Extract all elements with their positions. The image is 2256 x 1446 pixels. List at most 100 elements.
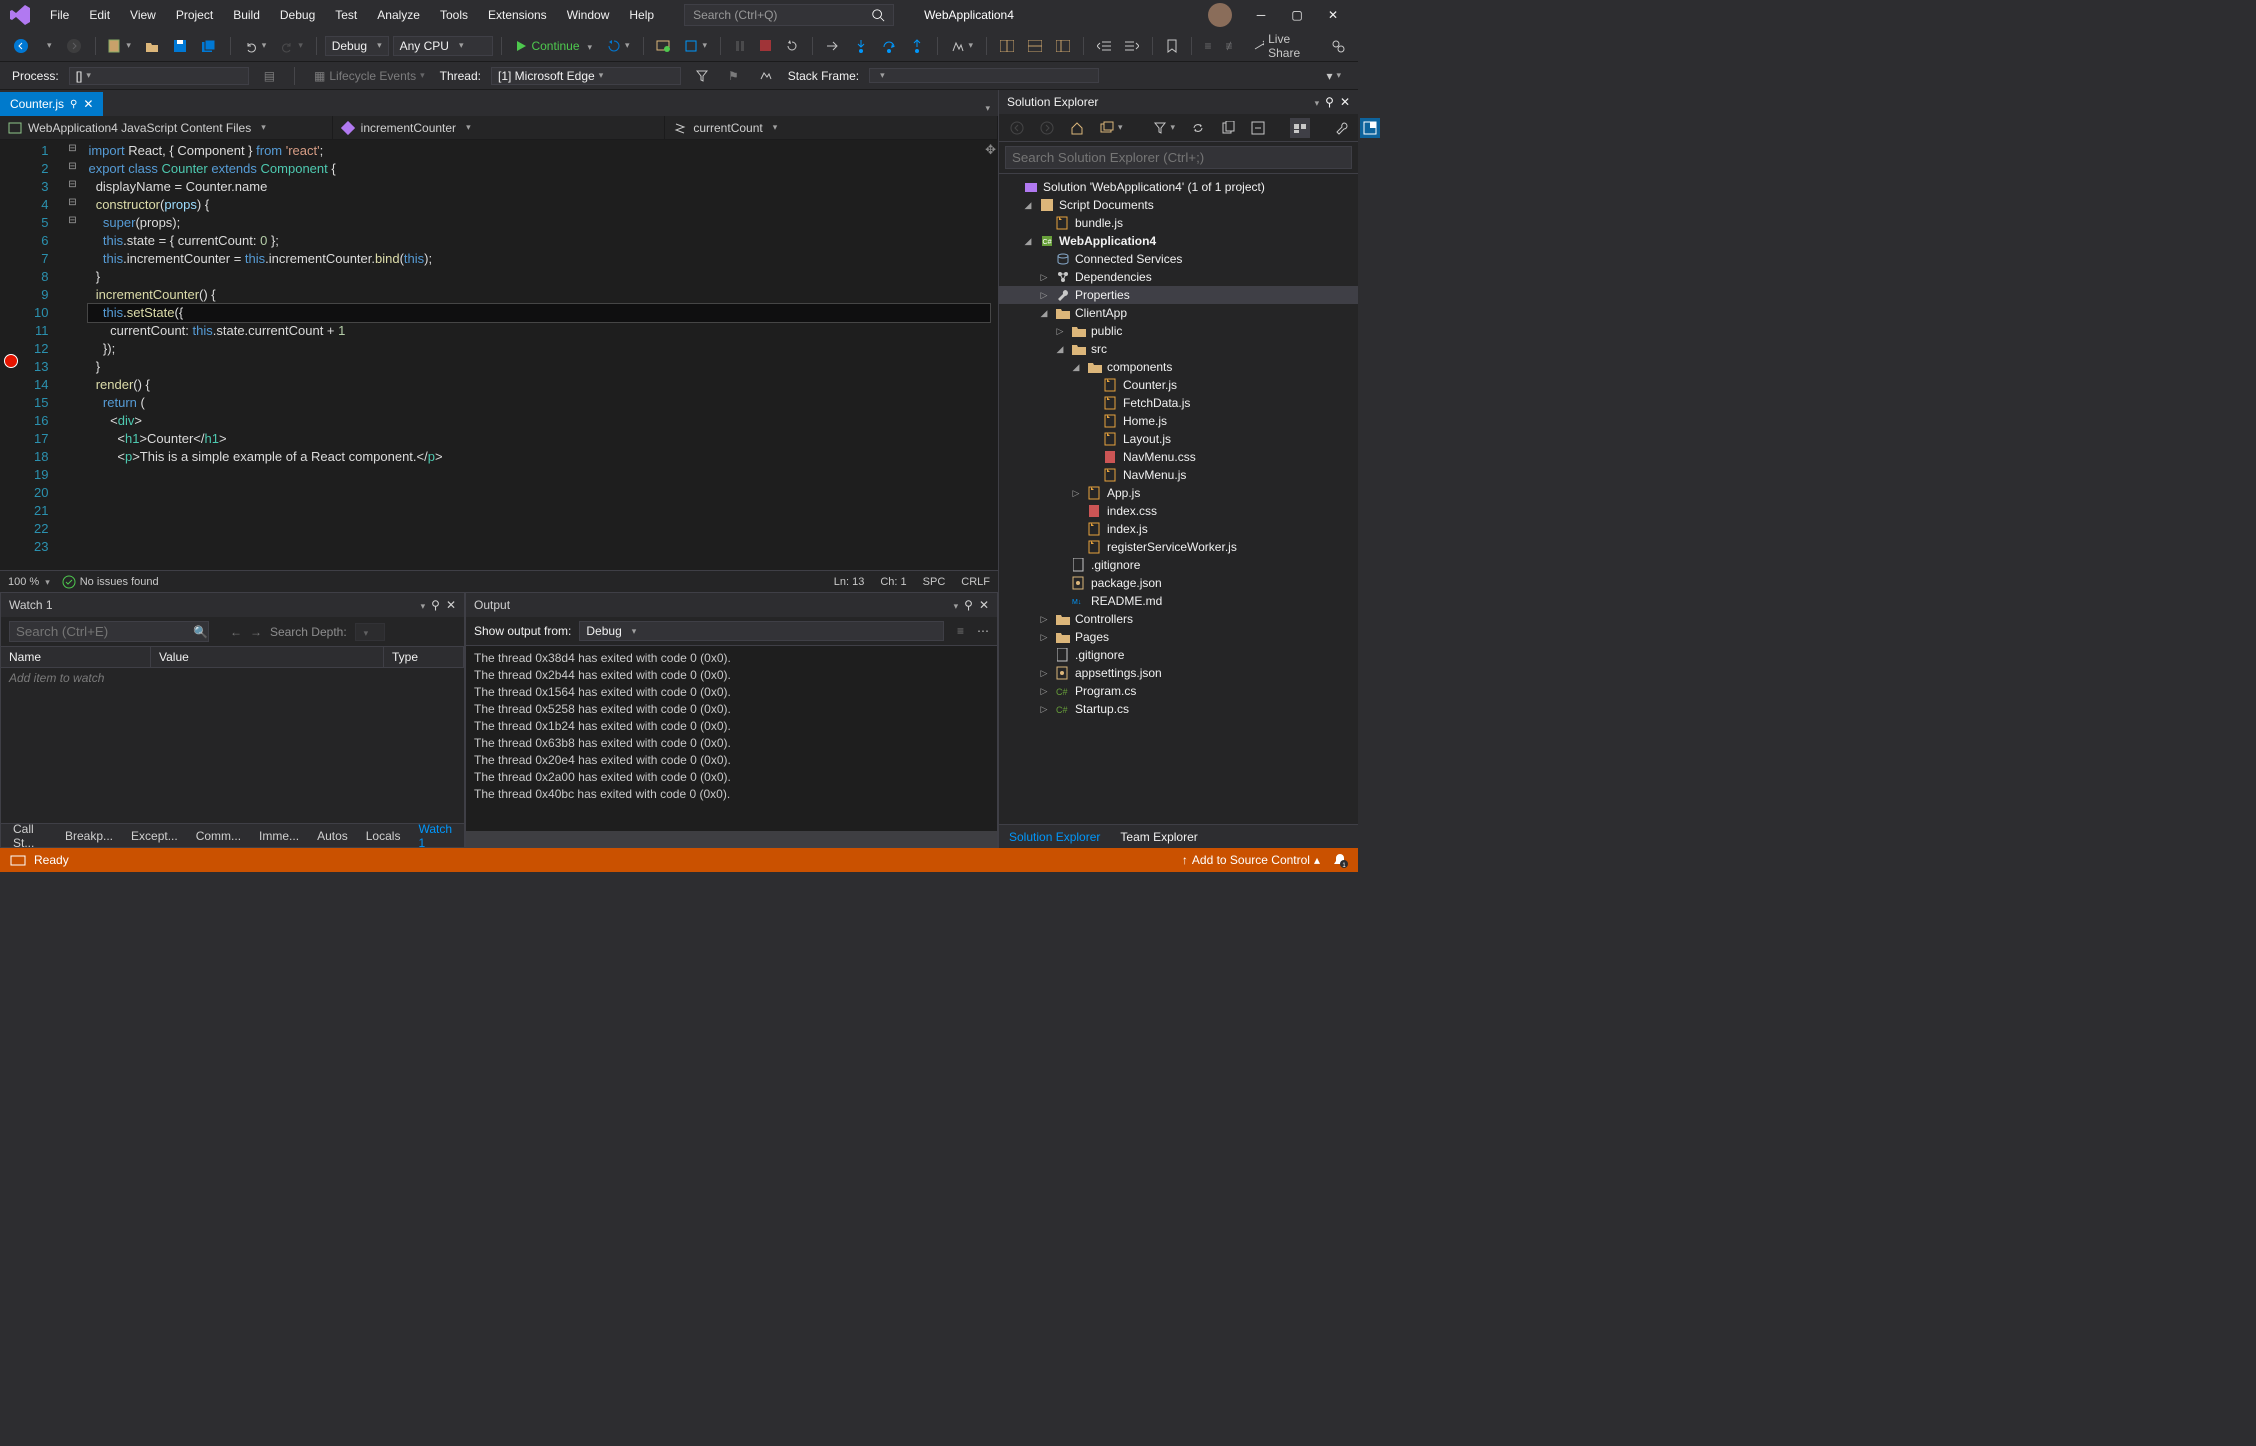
bottom-tab[interactable]: Call St... — [5, 819, 55, 853]
code-text[interactable]: import React, { Component } from 'react'… — [80, 140, 998, 570]
fold-column[interactable]: ⊟⊟⊟⊟⊟ — [64, 140, 80, 570]
issues-indicator[interactable]: No issues found — [62, 575, 159, 589]
restart-debug-button[interactable] — [780, 36, 804, 56]
thread-filter-icon[interactable] — [691, 67, 713, 85]
tree-item[interactable]: Connected Services — [999, 250, 1358, 268]
pin-icon[interactable]: ⚲ — [431, 598, 440, 612]
platform-dropdown[interactable]: Any CPU — [393, 36, 493, 56]
code-editor[interactable]: 1234567891011121314151617181920212223 ⊟⊟… — [0, 140, 998, 570]
tree-item[interactable]: ◢C#WebApplication4 — [999, 232, 1358, 250]
browser-link-dropdown[interactable] — [679, 36, 712, 56]
continue-button[interactable]: Continue — [509, 37, 598, 55]
restart-button[interactable] — [602, 36, 635, 56]
window-layout-1[interactable] — [995, 37, 1019, 55]
tree-item[interactable]: ▷C#Startup.cs — [999, 700, 1358, 718]
save-button[interactable] — [168, 36, 192, 56]
search-prev-button[interactable]: ← — [230, 625, 242, 639]
tree-item[interactable]: M↓README.md — [999, 592, 1358, 610]
output-overflow[interactable]: ⋯ — [977, 624, 989, 638]
sol-show-all-button[interactable] — [1290, 118, 1310, 138]
breakpoint-gutter[interactable] — [0, 140, 26, 570]
menu-build[interactable]: Build — [223, 4, 270, 26]
breakpoint-icon[interactable] — [4, 354, 18, 368]
menu-tools[interactable]: Tools — [430, 4, 478, 26]
bottom-tab[interactable]: Except... — [123, 826, 186, 846]
split-icon[interactable]: ✥ — [985, 142, 996, 158]
output-menu[interactable] — [950, 598, 959, 612]
pin-icon[interactable]: ⚲ — [1325, 95, 1334, 109]
menu-analyze[interactable]: Analyze — [367, 4, 430, 26]
notifications-icon[interactable]: 1 — [1332, 852, 1348, 868]
tab-close-icon[interactable]: ✕ — [83, 97, 93, 111]
pause-button[interactable] — [729, 37, 751, 55]
solution-tab[interactable]: Team Explorer — [1110, 827, 1207, 847]
nav-forward-button[interactable] — [61, 35, 87, 57]
open-button[interactable] — [140, 36, 164, 56]
bookmark-button[interactable] — [1161, 36, 1183, 56]
feedback-button[interactable] — [1326, 36, 1350, 56]
close-button[interactable]: ✕ — [1316, 3, 1350, 27]
watch-col-name[interactable]: Name — [1, 647, 151, 667]
user-avatar[interactable] — [1208, 3, 1232, 27]
close-icon[interactable]: ✕ — [979, 598, 989, 612]
watch-menu[interactable] — [417, 598, 426, 612]
sol-forward-button[interactable] — [1035, 118, 1059, 138]
tree-item[interactable]: registerServiceWorker.js — [999, 538, 1358, 556]
tree-item[interactable]: Home.js — [999, 412, 1358, 430]
bottom-tab[interactable]: Autos — [309, 826, 356, 846]
menu-edit[interactable]: Edit — [79, 4, 120, 26]
indent-less-button[interactable] — [1092, 37, 1116, 55]
output-source-dropdown[interactable]: Debug — [579, 621, 944, 641]
watch-search-input[interactable] — [9, 621, 209, 642]
show-next-button[interactable] — [821, 37, 845, 55]
thread-flag-icon[interactable]: ⚑ — [723, 66, 744, 86]
output-scrollbar[interactable] — [466, 831, 997, 847]
thread-toggle-icon[interactable] — [754, 68, 778, 84]
process-dropdown[interactable]: [] — [69, 67, 249, 85]
tree-item[interactable]: .gitignore — [999, 556, 1358, 574]
tree-item[interactable]: NavMenu.js — [999, 466, 1358, 484]
tree-solution-root[interactable]: Solution 'WebApplication4' (1 of 1 proje… — [999, 178, 1358, 196]
tree-item[interactable]: ◢src — [999, 340, 1358, 358]
tree-item[interactable]: FetchData.js — [999, 394, 1358, 412]
tree-item[interactable]: ▷public — [999, 322, 1358, 340]
watch-col-type[interactable]: Type — [384, 647, 464, 667]
sol-refresh-button[interactable] — [1216, 118, 1240, 138]
nav-scope-dropdown[interactable]: WebApplication4 JavaScript Content Files — [0, 116, 333, 139]
tree-item[interactable]: ▷Properties — [999, 286, 1358, 304]
sol-sync-button[interactable] — [1186, 118, 1210, 138]
solution-tree[interactable]: Solution 'WebApplication4' (1 of 1 proje… — [999, 174, 1358, 824]
sol-switch-views-button[interactable] — [1095, 118, 1128, 138]
nav-back-button[interactable] — [8, 35, 34, 57]
tree-item[interactable]: ▷Dependencies — [999, 268, 1358, 286]
intellitrace-button[interactable] — [946, 36, 979, 56]
browser-link-button[interactable] — [651, 36, 675, 56]
menu-file[interactable]: File — [40, 4, 79, 26]
watch-add-item[interactable]: Add item to watch — [1, 668, 464, 823]
bottom-tab[interactable]: Watch 1 — [410, 819, 460, 853]
close-icon[interactable]: ✕ — [446, 598, 456, 612]
tab-overflow[interactable] — [973, 98, 998, 116]
live-share-button[interactable]: Live Share — [1247, 29, 1318, 63]
close-icon[interactable]: ✕ — [1340, 95, 1350, 109]
undo-button[interactable] — [239, 36, 272, 56]
tree-item[interactable]: ▷Pages — [999, 628, 1358, 646]
file-tab-counter[interactable]: Counter.js ⚲ ✕ — [0, 92, 103, 116]
tree-item[interactable]: NavMenu.css — [999, 448, 1358, 466]
menu-debug[interactable]: Debug — [270, 4, 325, 26]
nav-back-dropdown[interactable] — [38, 37, 57, 54]
bottom-tab[interactable]: Breakp... — [57, 826, 121, 846]
eol-indicator[interactable]: CRLF — [961, 576, 990, 588]
minimize-button[interactable]: ─ — [1244, 3, 1278, 27]
quick-search[interactable]: Search (Ctrl+Q) — [684, 4, 894, 26]
solution-search-input[interactable] — [1005, 146, 1352, 169]
step-over-button[interactable] — [877, 36, 901, 56]
step-out-button[interactable] — [905, 36, 929, 56]
menu-project[interactable]: Project — [166, 4, 223, 26]
nav-member-dropdown[interactable]: incrementCounter — [333, 116, 666, 139]
nav-field-dropdown[interactable]: currentCount — [665, 116, 998, 139]
tree-item[interactable]: index.css — [999, 502, 1358, 520]
tree-item[interactable]: ◢ClientApp — [999, 304, 1358, 322]
stop-button[interactable] — [755, 37, 776, 54]
col-indicator[interactable]: Ch: 1 — [880, 576, 906, 588]
